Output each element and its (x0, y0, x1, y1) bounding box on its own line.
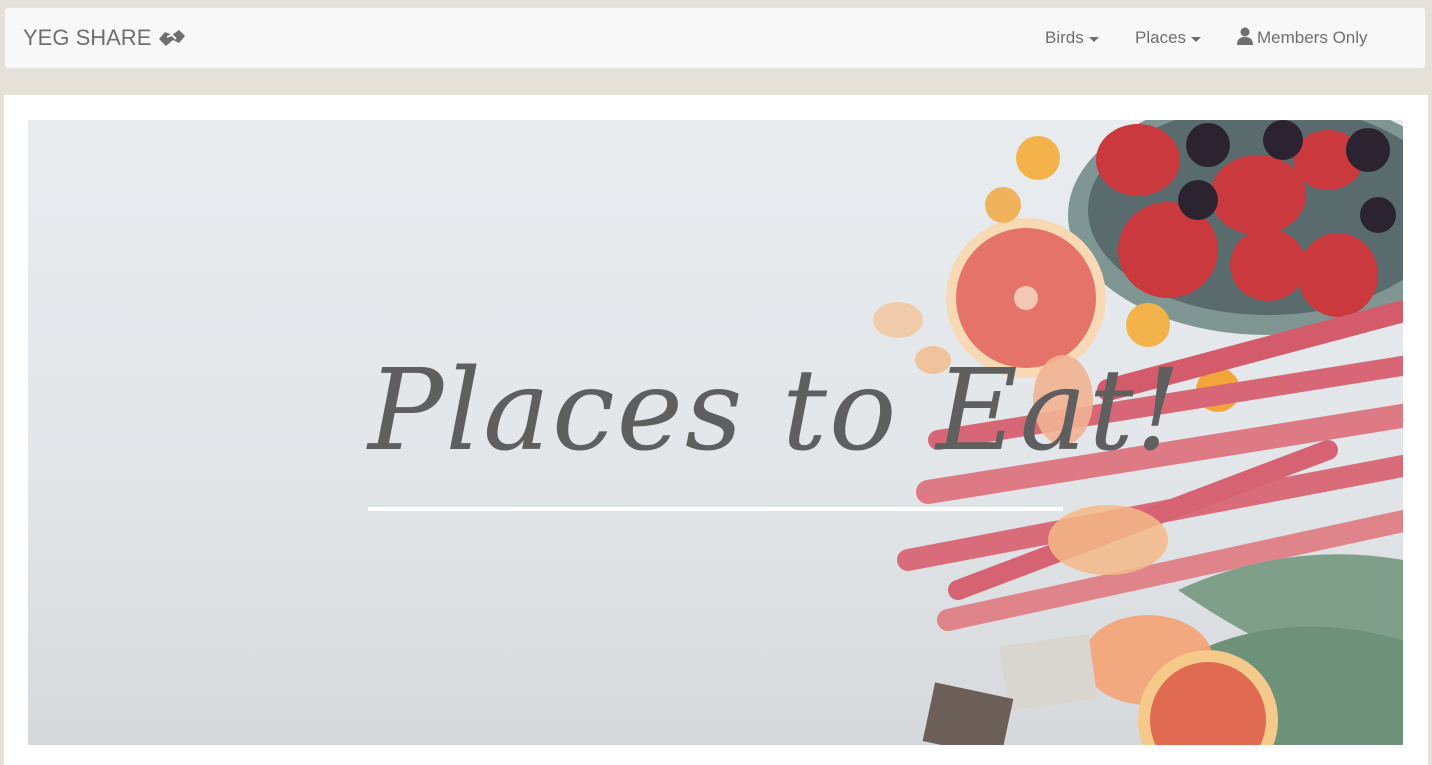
nav-places-label: Places (1135, 28, 1187, 47)
nav-birds-dropdown[interactable]: Birds (1045, 22, 1099, 54)
nav-members-only-link[interactable]: Members Only (1237, 22, 1368, 54)
nav-birds-label: Birds (1045, 28, 1084, 47)
navbar: YEG SHARE Birds Places Members Only (4, 7, 1426, 69)
hero-banner: Places to Eat! (28, 120, 1403, 745)
nav-places-dropdown[interactable]: Places (1135, 22, 1202, 54)
brand-label: YEG SHARE (23, 25, 152, 50)
hero-title: Places to Eat! (368, 346, 1183, 476)
hero-title-underline (368, 507, 1063, 511)
user-icon (1237, 27, 1253, 50)
nav-members-only-label: Members Only (1257, 28, 1368, 47)
handshake-icon (157, 27, 187, 49)
caret-down-icon (1088, 36, 1099, 42)
caret-down-icon (1191, 36, 1202, 42)
brand-link[interactable]: YEG SHARE (23, 22, 187, 54)
main-content: Places to Eat! (4, 95, 1428, 765)
